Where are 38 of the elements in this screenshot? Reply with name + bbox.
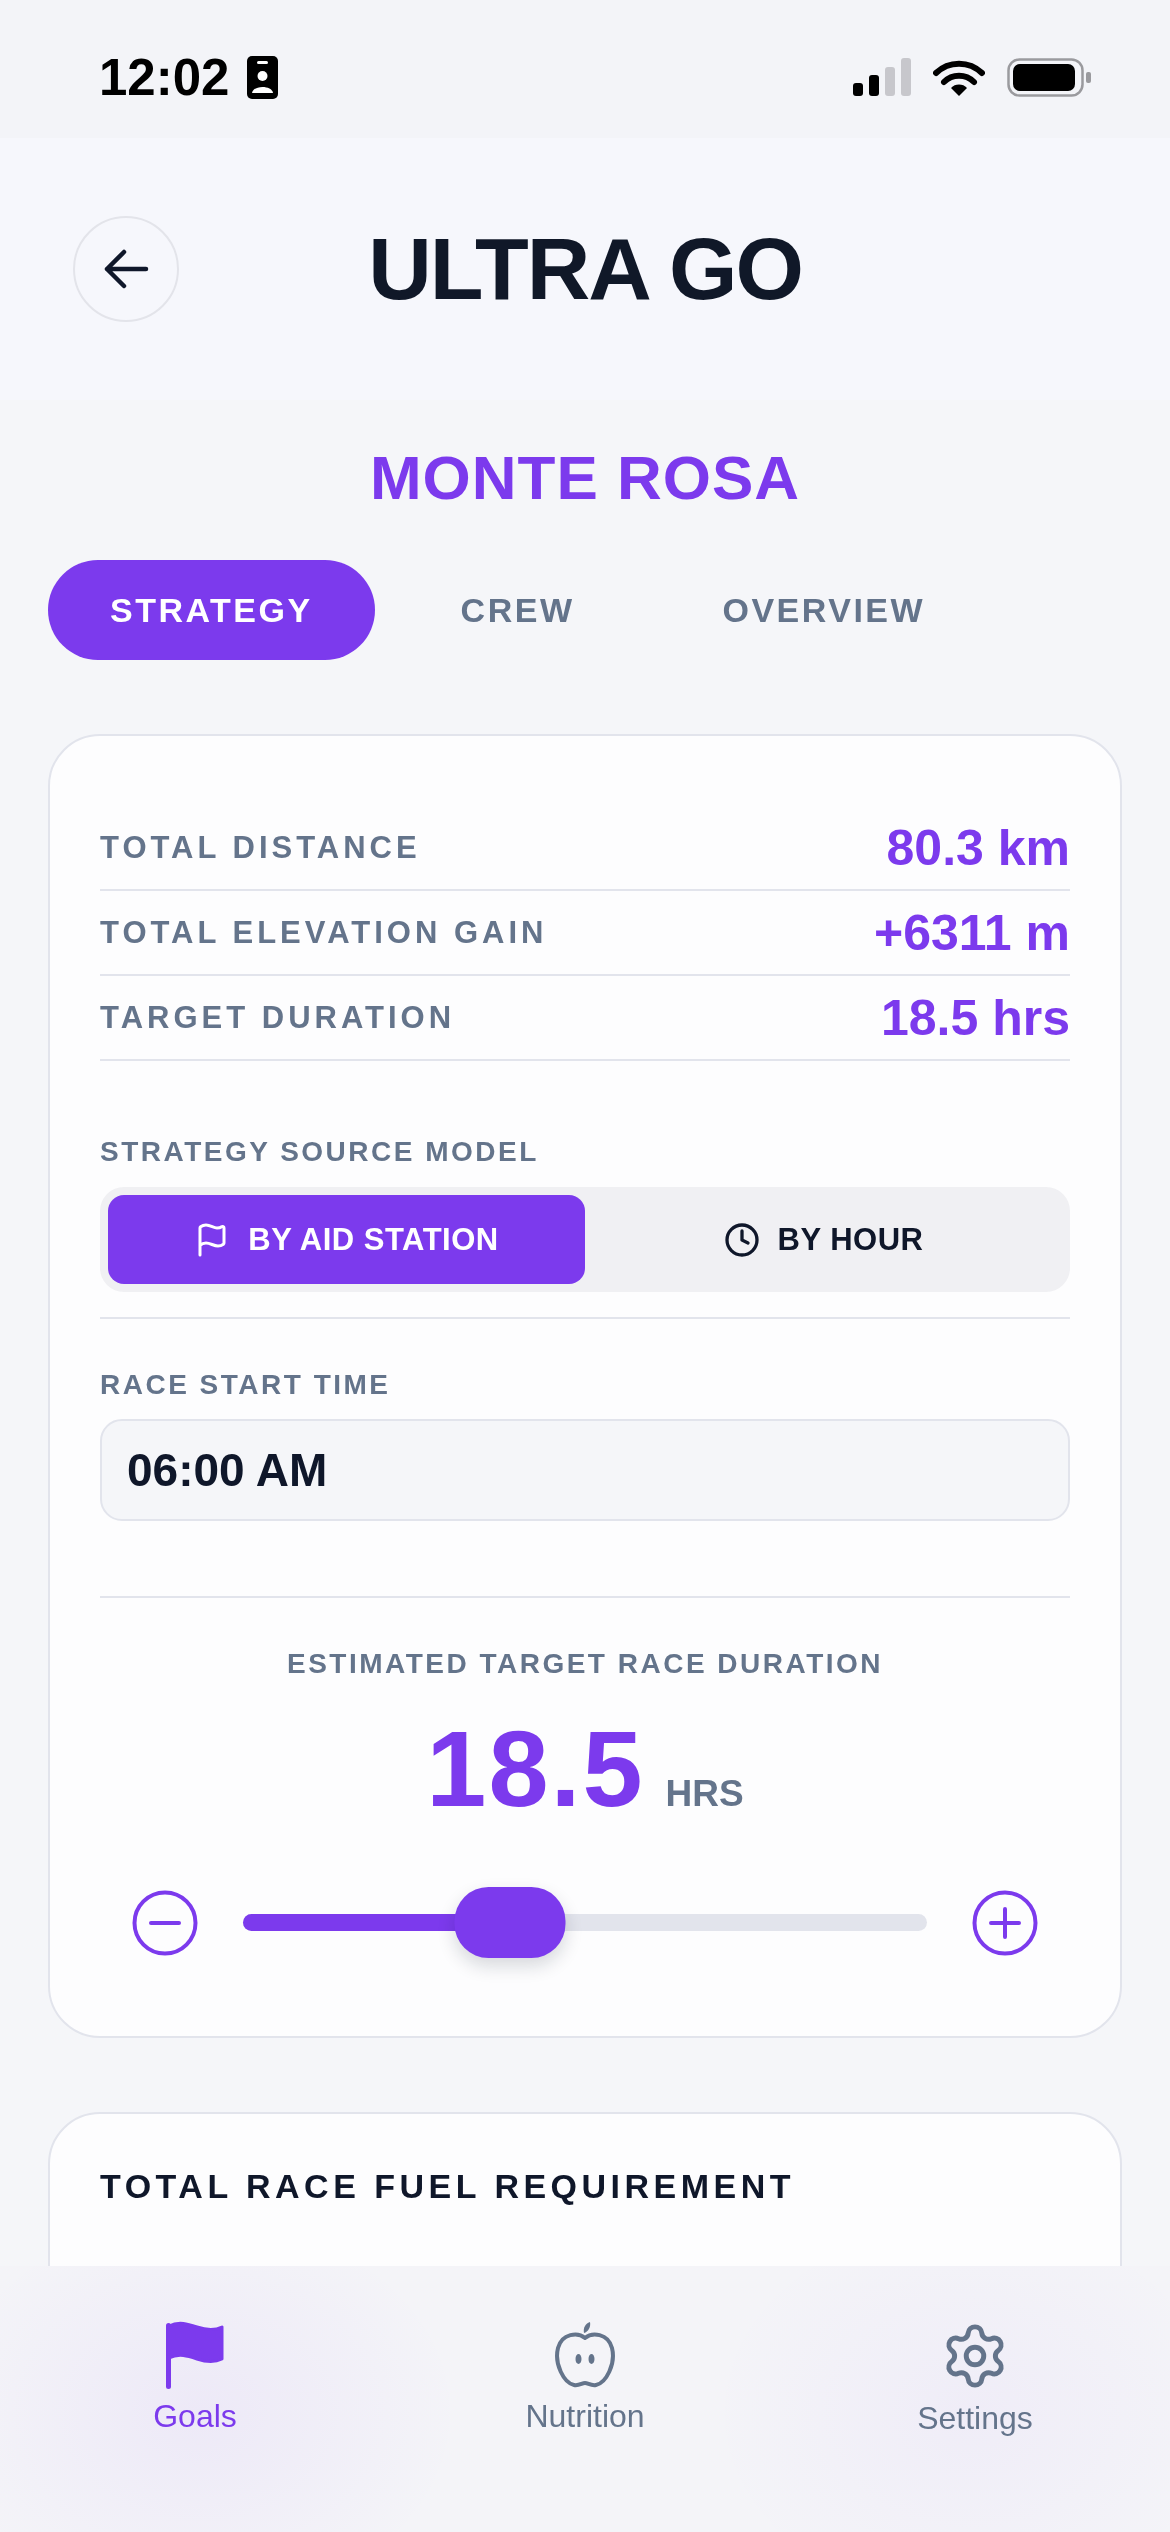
increase-button[interactable] <box>972 1889 1038 1956</box>
duration-value: 18.5 <box>426 1715 645 1823</box>
tab[interactable]: STRATEGY <box>48 560 375 660</box>
section-label: STRATEGY SOURCE MODEL <box>100 1136 540 1168</box>
stat-value: +6311 m <box>873 903 1070 962</box>
apple-icon <box>554 2321 616 2389</box>
app-title: ULTRA GO <box>367 220 803 318</box>
nav-tab[interactable]: Nutrition <box>519 2321 651 2435</box>
decrease-button[interactable] <box>132 1889 198 1956</box>
duration-unit: HRS <box>665 1773 744 1815</box>
slider-thumb[interactable] <box>454 1887 566 1958</box>
stat-label: TOTAL DISTANCE <box>100 829 421 866</box>
id-badge-icon <box>247 55 279 99</box>
status-time: 12:02 <box>99 51 230 103</box>
fuel-card-title: TOTAL RACE FUEL REQUIREMENT <box>100 2166 797 2206</box>
signal-icon <box>853 58 911 96</box>
race-name: MONTE ROSA <box>368 442 802 514</box>
source-option-button[interactable]: BY AID STATION <box>108 1195 585 1284</box>
nav-tab[interactable]: Goals <box>147 2321 243 2435</box>
nav-tab[interactable]: Settings <box>911 2321 1039 2437</box>
stat-label: TARGET DURATION <box>100 999 456 1036</box>
stat-value: 18.5 hrs <box>881 988 1070 1047</box>
duration-slider[interactable] <box>243 1887 927 1958</box>
minus-circle-icon <box>132 1889 198 1956</box>
plus-circle-icon <box>972 1889 1038 1956</box>
battery-icon <box>1007 57 1091 97</box>
back-button[interactable] <box>73 216 179 322</box>
stat-label: TOTAL ELEVATION GAIN <box>100 914 548 951</box>
source-option-button[interactable]: BY HOUR <box>585 1195 1062 1284</box>
section-label: RACE START TIME <box>100 1369 392 1401</box>
duration-label: ESTIMATED TARGET RACE DURATION <box>285 1648 885 1680</box>
flag-icon <box>166 2321 224 2389</box>
tab[interactable]: OVERVIEW <box>660 560 988 660</box>
back-arrow-icon <box>103 248 149 290</box>
start-time-field[interactable]: 06:00 AM <box>100 1419 1070 1521</box>
clock-icon <box>723 1221 760 1258</box>
stat-value: 80.3 km <box>886 818 1070 877</box>
tab[interactable]: CREW <box>398 560 637 660</box>
